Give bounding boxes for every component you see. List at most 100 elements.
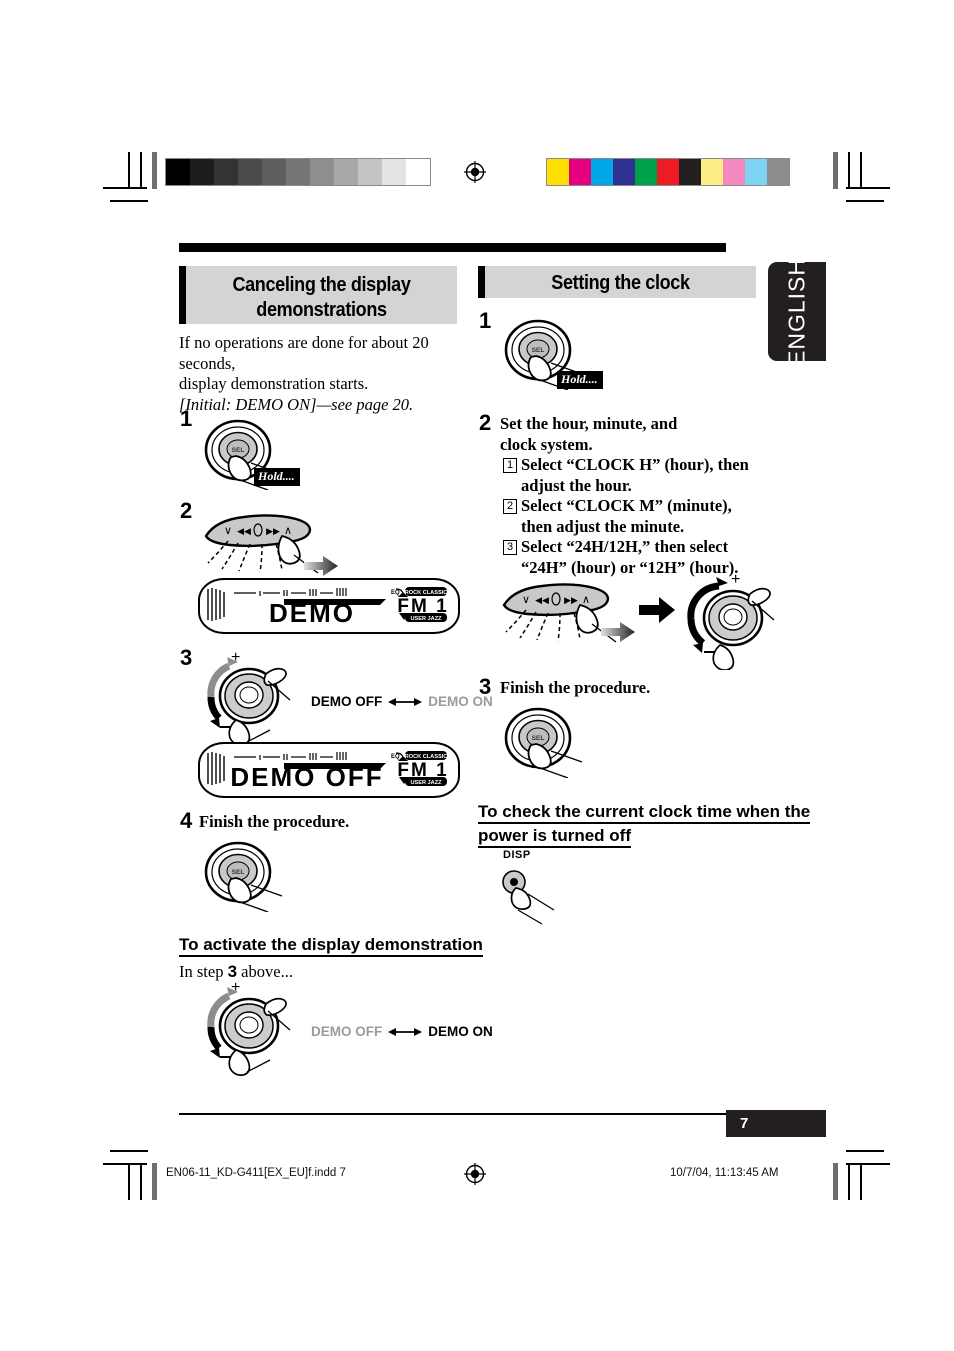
arrow-right-gradient-left	[304, 556, 338, 576]
left-step-4-number: 4	[180, 808, 193, 833]
hold-badge-left: Hold....	[254, 468, 300, 486]
substep-1-line1: Select “CLOCK H” (hour), then	[521, 455, 749, 474]
disp-button-label: DISP	[503, 849, 531, 861]
sel-knob-illustration-4: SEL	[504, 707, 583, 778]
intro-paragraph: If no operations are done for about 20 s…	[179, 333, 464, 415]
left-step-3-number: 3	[180, 645, 193, 670]
footer-timestamp: 10/7/04, 11:13:45 AM	[670, 1167, 779, 1179]
demo-toggle-activate-left-label: DEMO OFF	[311, 1024, 383, 1039]
substep-1-line2: adjust the hour.	[521, 475, 632, 495]
substep-1: 1 Select “CLOCK H” (hour), then adjust th…	[503, 455, 753, 496]
svg-text:USER JAZZ: USER JAZZ	[410, 616, 442, 622]
color-patch	[547, 159, 569, 185]
svg-text:SEL: SEL	[532, 347, 545, 354]
substep-3-line1: Select “24H/12H,” then select	[521, 537, 729, 556]
rotary-knob-illustration-right: +	[687, 571, 775, 670]
color-calibration-strip	[546, 158, 790, 186]
hold-badge-right: Hold....	[557, 371, 603, 389]
language-tab-label: ENGLISH	[783, 257, 810, 366]
subheading-activate-demo: To activate the display demonstration	[179, 934, 483, 957]
section-heading-canceling-demo: Canceling the display demonstrations	[179, 266, 457, 324]
section-heading-clock-text: Setting the clock	[551, 271, 690, 294]
svg-text:◀◀: ◀◀	[237, 526, 251, 536]
substep-2-line1: Select “CLOCK M” (minute),	[521, 496, 732, 515]
grayscale-calibration-strip	[165, 158, 431, 186]
double-arrow-icon-2	[388, 1027, 423, 1036]
color-patch	[591, 159, 613, 185]
crop-mark-tr-v2	[848, 152, 850, 189]
intro-line-2: display demonstration starts.	[179, 374, 369, 393]
lcd-display-demo: DEMO EQ ROCK CLASSIC FM 1 USER JAZZ	[198, 578, 460, 634]
crop-bar-left	[152, 152, 157, 189]
gray-patch	[286, 159, 310, 185]
demo-toggle-step3: DEMO OFF DEMO ON	[311, 694, 493, 709]
rotary-knob-illustration-activate: +	[207, 979, 291, 1076]
gray-patch	[214, 159, 238, 185]
gray-patch	[406, 159, 430, 185]
gray-patch	[358, 159, 382, 185]
right-step-3-number: 3	[479, 674, 492, 699]
crop-mark-tl-h2	[110, 200, 148, 202]
svg-text:▶▶: ▶▶	[564, 595, 578, 605]
lcd-display-demo-off: DEMO OFF EQ ROCK CLASSIC FM 1 USER JAZZ	[198, 742, 460, 798]
svg-text:▶▶: ▶▶	[266, 526, 280, 536]
left-step-2-number: 2	[180, 498, 193, 523]
color-patch	[679, 159, 701, 185]
crop-mark-tr-h	[846, 187, 890, 189]
gray-patch	[238, 159, 262, 185]
gray-patch	[382, 159, 406, 185]
svg-text:SEL: SEL	[232, 869, 245, 876]
color-patch	[767, 159, 789, 185]
gray-patch	[190, 159, 214, 185]
lcd-main-text-2: DEMO OFF	[230, 762, 383, 792]
crop-bar-left-bottom	[152, 1163, 157, 1200]
svg-text:SEL: SEL	[232, 447, 245, 454]
sel-knob-illustration-2: SEL	[204, 841, 283, 912]
crop-mark-br-h	[846, 1163, 890, 1165]
substep-1-marker: 1	[503, 458, 517, 473]
gray-patch	[166, 159, 190, 185]
language-tab-english: ENGLISH	[768, 258, 826, 365]
crop-mark-tr-h2	[846, 200, 884, 202]
subheading-check-clock: To check the current clock time when the…	[478, 801, 954, 848]
arrow-black-solid	[639, 597, 675, 623]
registration-mark-top	[464, 161, 486, 183]
right-step-2-text: Set the hour, minute, and clock system.	[500, 414, 678, 454]
page-number-badge: 7	[726, 1110, 826, 1137]
color-patch	[701, 159, 723, 185]
substeps-list: 1 Select “CLOCK H” (hour), then adjust th…	[503, 455, 753, 578]
registration-mark-bottom	[464, 1163, 486, 1185]
svg-text:USER JAZZ: USER JAZZ	[410, 780, 442, 786]
substep-3-marker: 3	[503, 540, 517, 555]
gray-patch	[262, 159, 286, 185]
subheading-check-clock-line2: power is turned off	[478, 825, 631, 848]
right-step-2-number: 2	[479, 410, 492, 435]
subheading-activate-demo-text: To activate the display demonstration	[179, 934, 483, 957]
crop-mark-bl-v2	[140, 1163, 142, 1200]
intro-initial-note: [Initial: DEMO ON]—see page 20.	[179, 394, 414, 414]
svg-text:◀◀: ◀◀	[535, 595, 549, 605]
demo-toggle-activate-right-label: DEMO ON	[428, 1024, 493, 1039]
crop-mark-bl-v	[128, 1163, 130, 1200]
section-heading-setting-clock: Setting the clock	[478, 266, 756, 298]
gray-patch	[334, 159, 358, 185]
crop-mark-bl-h2	[110, 1150, 148, 1152]
intro-line-1: If no operations are done for about 20 s…	[179, 333, 429, 373]
disp-button-illustration	[502, 870, 555, 925]
crop-mark-br-v2	[848, 1163, 850, 1200]
crop-mark-tl-v	[128, 152, 130, 189]
color-patch	[745, 159, 767, 185]
crop-mark-br-v	[860, 1163, 862, 1200]
section-heading-text: Canceling the display demonstrations	[232, 273, 411, 321]
color-patch	[569, 159, 591, 185]
color-patch	[635, 159, 657, 185]
left-step-1-number: 1	[180, 406, 193, 431]
color-patch	[613, 159, 635, 185]
demo-toggle-left-label: DEMO OFF	[311, 694, 383, 709]
gray-patch	[310, 159, 334, 185]
lcd-main-text-1: DEMO	[269, 598, 355, 628]
left-step-4-text: Finish the procedure.	[199, 812, 350, 831]
substep-2: 2 Select “CLOCK M” (minute), then adjust …	[503, 496, 753, 537]
double-arrow-icon-1	[388, 697, 423, 706]
crop-mark-br-h2	[846, 1150, 884, 1152]
